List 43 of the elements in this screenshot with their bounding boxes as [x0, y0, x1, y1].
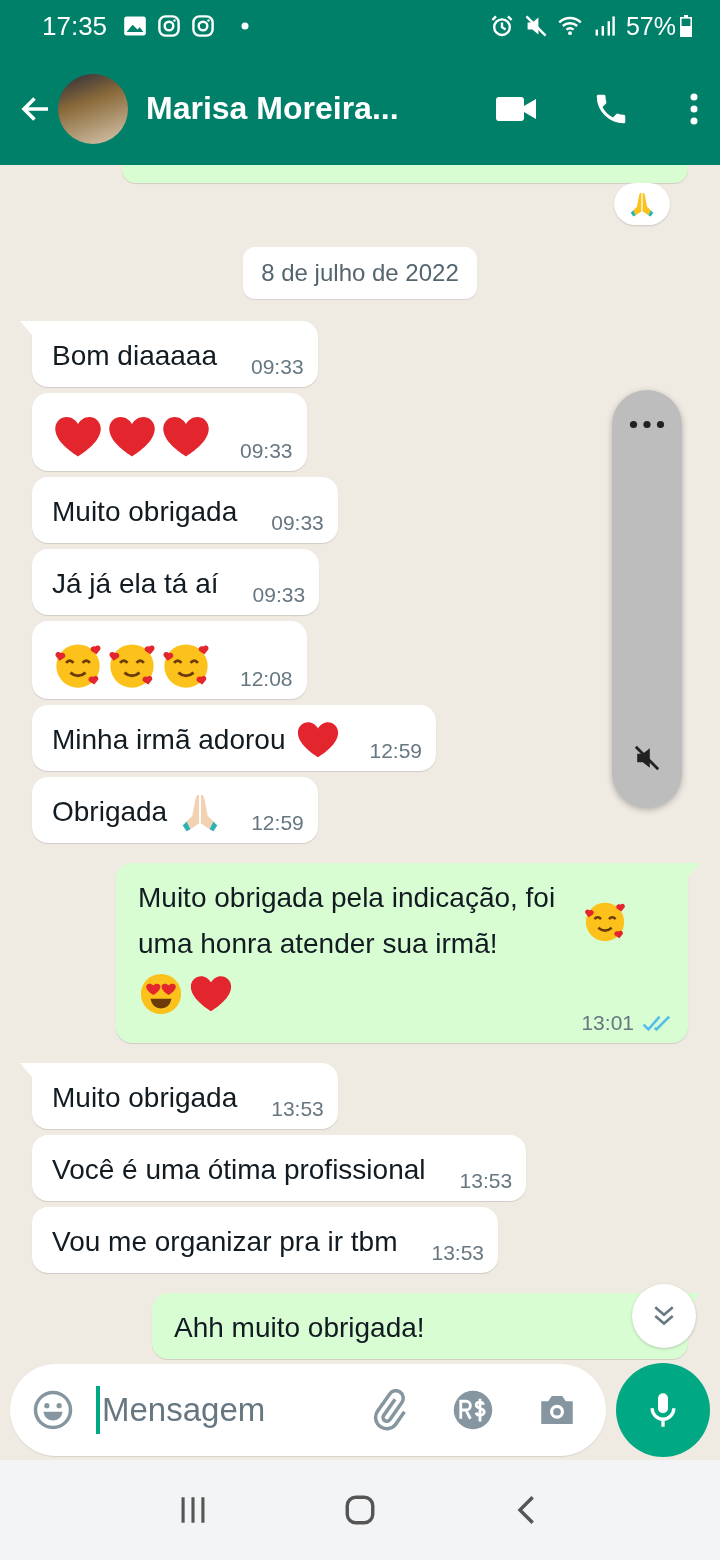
emoji-icon[interactable]	[32, 1389, 74, 1431]
heart-eyes-face-icon	[138, 971, 184, 1017]
message-time: 09:33	[251, 355, 304, 379]
clock-time: 17:35	[42, 10, 108, 42]
message-text: Ahh muito obrigada!	[174, 1311, 426, 1345]
message-time: 12:59	[369, 739, 422, 763]
contact-name[interactable]: Marisa Moreira...	[146, 90, 496, 127]
message-time: 12:08	[240, 667, 293, 691]
alarm-icon	[489, 14, 514, 38]
video-call-icon[interactable]	[496, 94, 536, 123]
message-text: Muito obrigada pela indicação, foi uma honra atender sua irmã!	[138, 881, 557, 961]
scroll-down-button[interactable]	[632, 1284, 696, 1348]
message-time: 13:53	[459, 1169, 513, 1193]
message-time: 09:33	[271, 511, 324, 535]
message-time: 09:33	[252, 583, 306, 607]
message-time: 13:53	[431, 1241, 485, 1265]
message-time: 12:59	[251, 811, 304, 835]
message-text: Muito obrigada	[52, 1081, 238, 1115]
message-text: Bom diaaaaa	[52, 339, 217, 373]
mute-icon[interactable]	[633, 744, 661, 772]
instagram-icon	[191, 14, 216, 38]
notification-dot-icon	[241, 22, 250, 30]
message-text: Minha irmã adorou	[52, 723, 286, 757]
wifi-icon	[557, 14, 582, 38]
gallery-icon	[123, 14, 148, 38]
message-text: Você é uma ótima profissional	[52, 1153, 426, 1187]
more-options-icon[interactable]	[690, 92, 698, 125]
message-text: Muito obrigada	[52, 495, 238, 529]
battery-icon	[680, 15, 692, 37]
message-time: 09:33	[240, 439, 293, 463]
date-chip: 8 de julho de 2022	[243, 247, 477, 299]
more-options-icon[interactable]	[629, 420, 665, 429]
instagram-icon	[157, 14, 182, 38]
message-text: Obrigada	[52, 795, 168, 829]
currency-icon[interactable]	[452, 1389, 494, 1431]
message-time: 13:53	[271, 1097, 324, 1121]
home-icon[interactable]	[343, 1493, 377, 1527]
message-time: 13:01	[581, 1011, 634, 1035]
message-text: Já já ela tá aí	[52, 567, 219, 601]
message-text: Vou me organizar pra ir tbm	[52, 1225, 398, 1259]
mute-icon	[523, 14, 548, 38]
message-input-field[interactable]: Mensagem	[96, 1386, 326, 1434]
battery-percentage: 57%	[625, 11, 676, 41]
